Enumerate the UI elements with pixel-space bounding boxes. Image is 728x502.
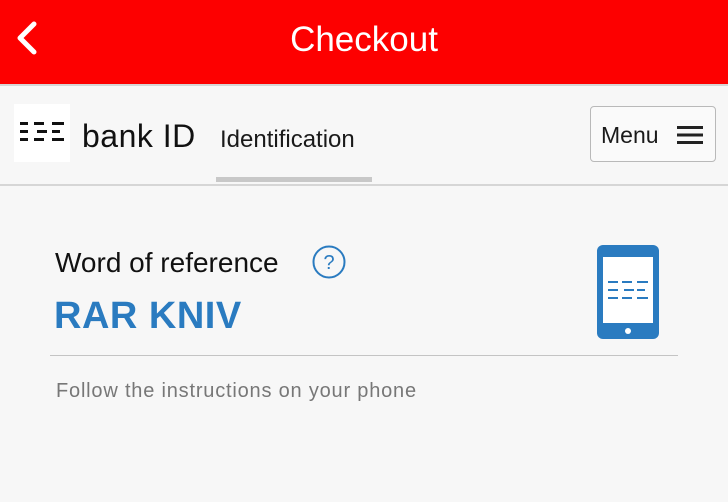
- brand-name: bank ID: [82, 118, 196, 154]
- bankid-logo-icon: [14, 104, 70, 162]
- menu-button[interactable]: Menu: [590, 106, 716, 162]
- tab-active-indicator: [216, 177, 372, 182]
- instructions-text: Follow the instructions on your phone: [56, 380, 417, 402]
- tab-label: Identification: [220, 126, 355, 153]
- hamburger-icon: [677, 126, 703, 144]
- question-circle-icon[interactable]: ?: [312, 245, 346, 279]
- svg-text:?: ?: [323, 252, 334, 274]
- top-bar: Checkout: [0, 0, 728, 84]
- reference-label: Word of reference: [55, 247, 279, 278]
- reference-value: RAR KNIV: [54, 295, 242, 337]
- menu-label: Menu: [601, 122, 659, 148]
- divider: [50, 355, 678, 356]
- tab-identification[interactable]: Identification: [216, 106, 372, 182]
- bankid-header: bank ID Identification Menu: [0, 84, 728, 186]
- page-title: Checkout: [290, 20, 438, 59]
- mobile-phone-icon: [597, 245, 659, 339]
